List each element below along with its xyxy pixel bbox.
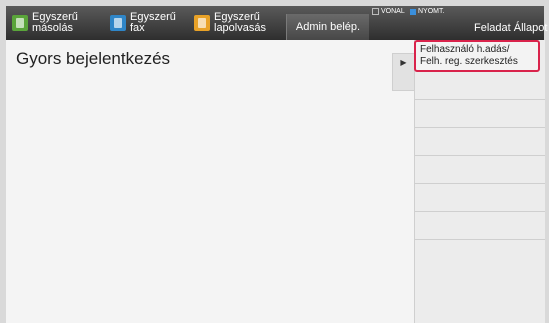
line-indicator: VONAL: [372, 8, 405, 15]
device-screen: Egyszerű másolás Egyszerű fax Egyszerű l…: [0, 0, 549, 323]
easy-fax-button[interactable]: Egyszerű fax: [110, 6, 176, 40]
panel-toggle-tab[interactable]: ▶: [392, 53, 414, 91]
admin-login-button[interactable]: Admin belép.: [286, 14, 369, 40]
easy-scan-label-2: lapolvasás: [214, 22, 266, 34]
easy-fax-label-2: fax: [130, 22, 145, 34]
easy-scan-button[interactable]: Egyszerű lapolvasás: [194, 6, 266, 40]
easy-copy-label-2: másolás: [32, 22, 73, 34]
easy-copy-button[interactable]: Egyszerű másolás: [12, 6, 78, 40]
action-slot: [415, 156, 545, 184]
line-indicator-light: [372, 8, 379, 15]
action-slot: [415, 212, 545, 240]
user-register-edit-label-2: Felh. reg. szerkesztés: [420, 56, 518, 67]
line-indicator-label: VONAL: [381, 8, 405, 15]
print-indicator: NYOMT.: [410, 8, 444, 15]
job-status-button[interactable]: Feladat Állapot: [474, 16, 549, 40]
action-slot: [415, 184, 545, 212]
fax-icon: [110, 15, 126, 31]
copy-icon: [12, 15, 28, 31]
print-indicator-label: NYOMT.: [418, 8, 445, 15]
action-slot: [415, 72, 545, 100]
action-slot: [415, 128, 545, 156]
main-content: Gyors bejelentkezés ▶ Felhasználó h.adás…: [6, 40, 545, 323]
print-indicator-light: [410, 8, 416, 15]
user-register-edit-button[interactable]: Felhasználó h.adás/ Felh. reg. szerkeszt…: [414, 40, 540, 72]
top-bar: Egyszerű másolás Egyszerű fax Egyszerű l…: [6, 6, 547, 40]
page-title: Gyors bejelentkezés: [16, 49, 171, 68]
scan-icon: [194, 15, 210, 31]
action-panel: [414, 40, 545, 323]
expand-arrow-icon: ▶: [400, 58, 407, 67]
user-register-edit-label-1: Felhasználó h.adás/: [420, 44, 510, 55]
action-slot: [415, 100, 545, 128]
